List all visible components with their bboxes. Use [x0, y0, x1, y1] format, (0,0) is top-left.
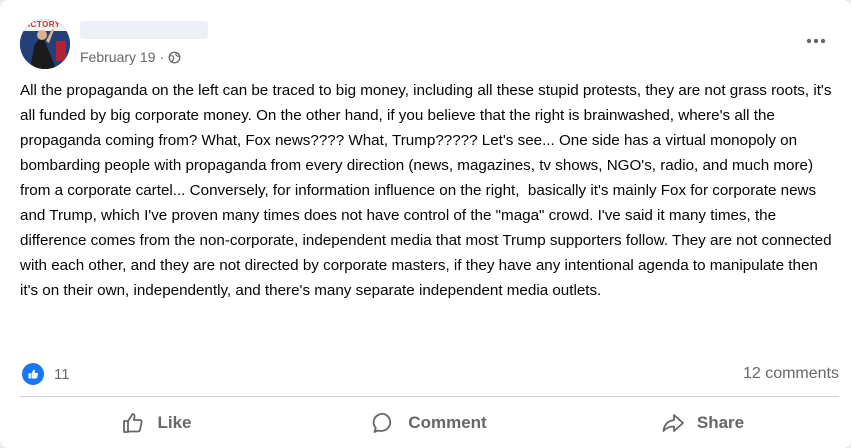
post-body: All the propaganda on the left can be tr…	[20, 82, 836, 299]
like-button[interactable]: Like	[20, 397, 293, 448]
share-button[interactable]: Share	[566, 397, 839, 448]
action-bar: Like Comment Share	[20, 397, 839, 448]
comment-label: Comment	[408, 412, 487, 432]
post-card: VICTORY February 19 · All the propaganda…	[0, 0, 851, 448]
author-name-redacted[interactable]	[80, 21, 208, 39]
post-meta: February 19 ·	[80, 49, 181, 65]
thumbs-up-icon	[22, 363, 44, 385]
reaction-count: 11	[54, 365, 70, 383]
share-label: Share	[696, 412, 745, 432]
like-label: Like	[157, 412, 192, 432]
post-date[interactable]: February 19	[80, 49, 155, 65]
reactions-summary[interactable]: 11	[22, 363, 70, 385]
more-options-icon[interactable]	[805, 30, 827, 52]
comment-button[interactable]: Comment	[293, 397, 566, 448]
share-icon	[662, 413, 684, 432]
like-icon	[123, 412, 144, 433]
comments-count-link[interactable]: 12 comments	[743, 365, 839, 383]
comment-icon	[373, 412, 392, 433]
globe-icon[interactable]	[168, 51, 181, 64]
avatar[interactable]: VICTORY	[20, 19, 70, 69]
avatar-logo-text: VICTORY	[22, 20, 61, 29]
meta-separator: ·	[159, 49, 165, 65]
